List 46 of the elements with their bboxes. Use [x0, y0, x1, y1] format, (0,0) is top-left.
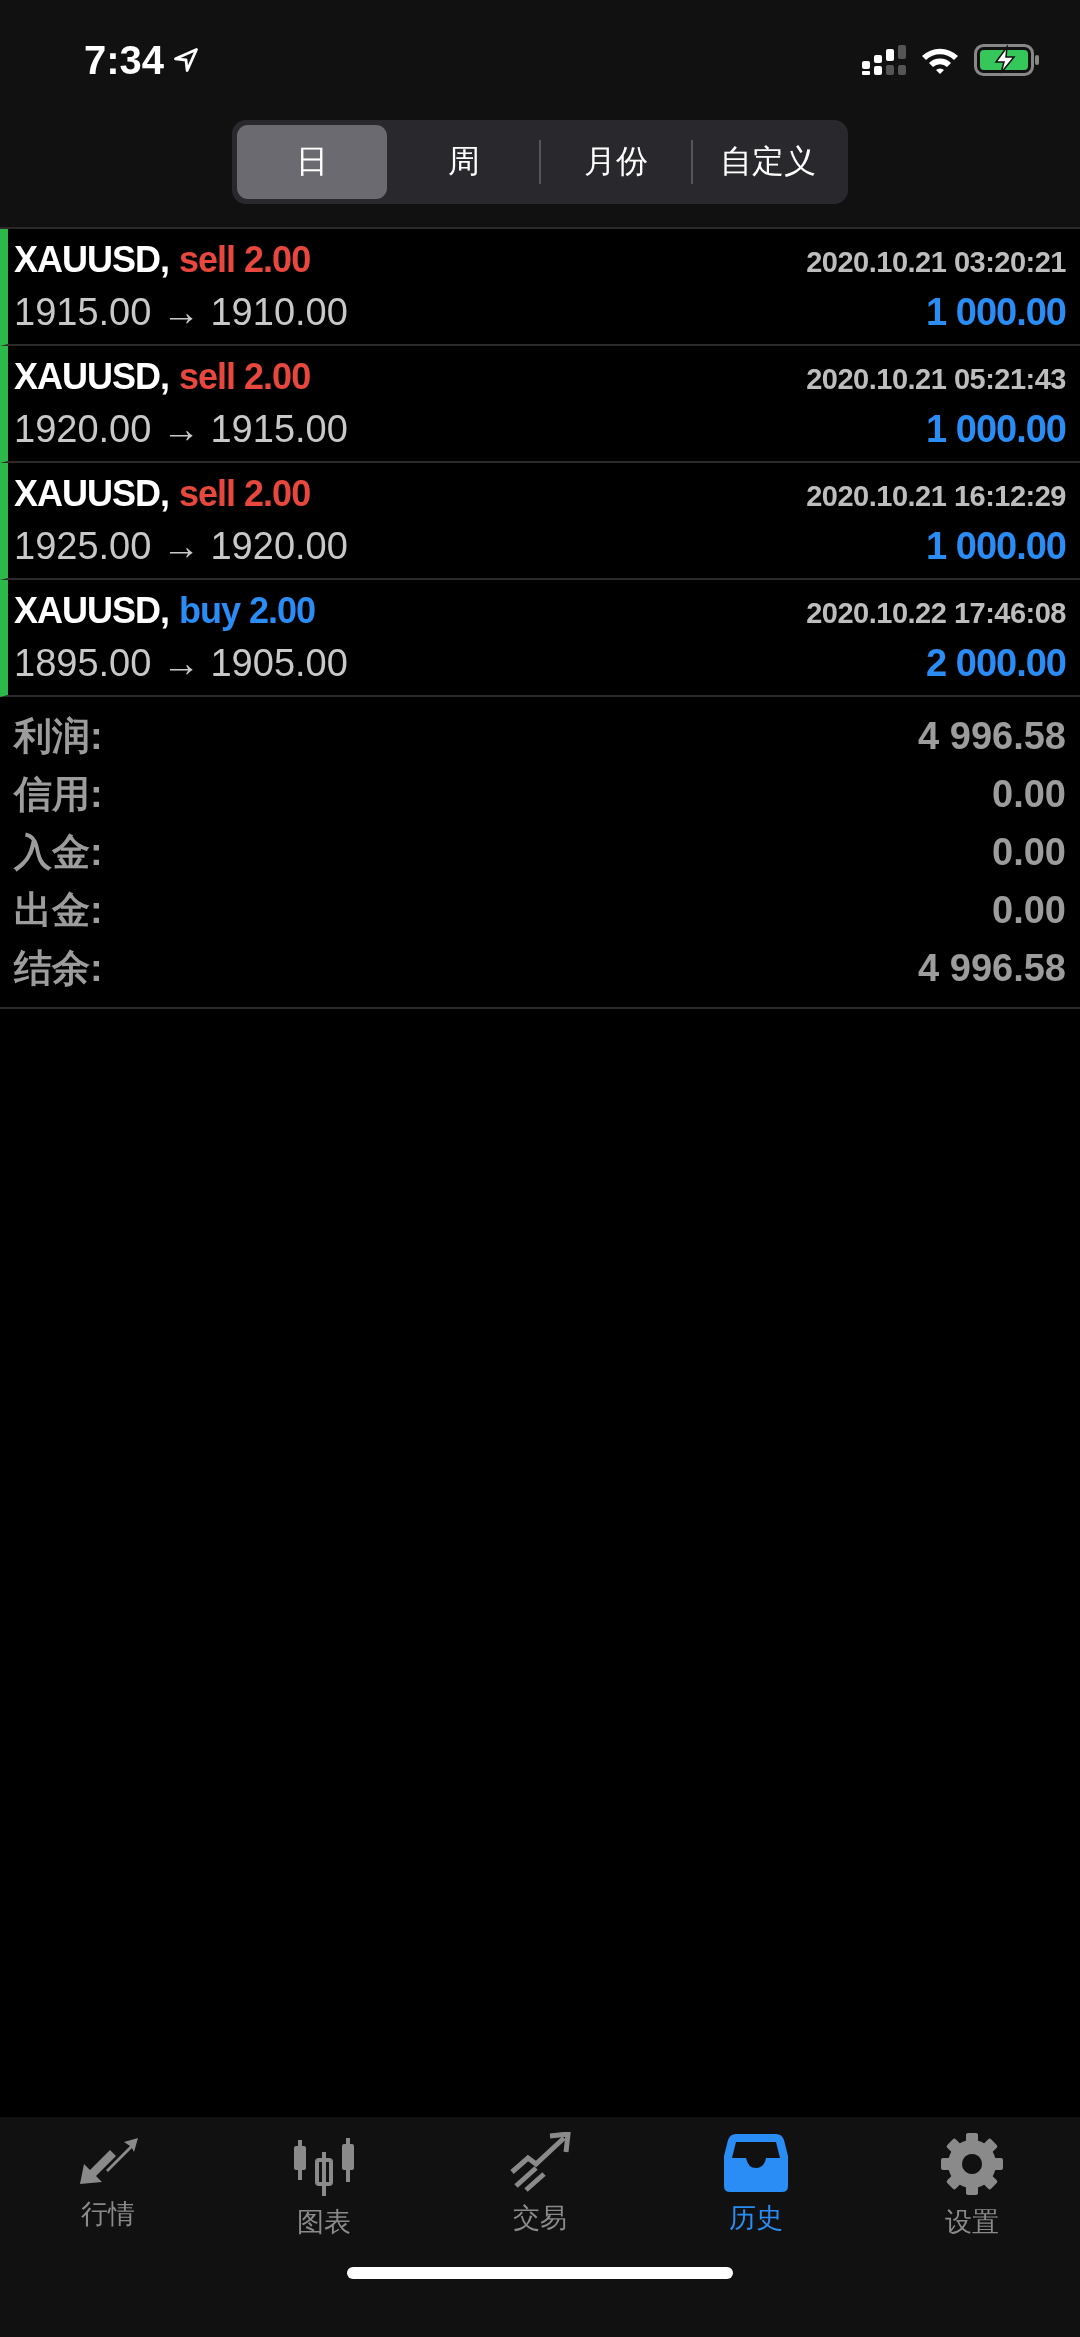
trade-time: 2020.10.21 03:20:21 [806, 246, 1066, 279]
period-tab[interactable]: 周 [389, 125, 539, 199]
period-tab[interactable]: 自定义 [693, 125, 843, 199]
trade-symbol: XAUUSD, [14, 590, 170, 632]
tab-bar-item[interactable]: 图表 [216, 2131, 432, 2241]
summary-label: 结余: [14, 945, 103, 991]
trade-time: 2020.10.22 17:46:08 [806, 597, 1066, 630]
summary-value: 0.00 [992, 830, 1066, 874]
tab-bar-item[interactable]: 历史 [648, 2131, 864, 2241]
trade-symbol: XAUUSD, [14, 239, 170, 281]
trade-prices: 1920.00 → 1915.00 [14, 408, 348, 451]
trade-profit: 2 000.00 [926, 642, 1066, 685]
trade-prices: 1915.00 → 1910.00 [14, 291, 348, 334]
tab-bar-item[interactable]: 设置 [864, 2131, 1080, 2241]
summary-label: 入金: [14, 829, 103, 875]
cellular-signal-icon [862, 45, 906, 75]
trade-order: buy 2.00 [179, 590, 316, 632]
period-tab[interactable]: 月份 [541, 125, 691, 199]
trade-order: sell 2.00 [179, 473, 311, 515]
trade-time: 2020.10.21 16:12:29 [806, 480, 1066, 513]
summary-value: 4 996.58 [918, 714, 1066, 758]
trade-profit: 1 000.00 [926, 525, 1066, 568]
summary-label: 出金: [14, 887, 103, 933]
summary-label: 利润: [14, 713, 103, 759]
trade-order: sell 2.00 [179, 239, 311, 281]
trade-symbol: XAUUSD, [14, 356, 170, 398]
battery-charging-icon [974, 44, 1040, 76]
summary-value: 0.00 [992, 772, 1066, 816]
status-time: 7:34 [84, 37, 165, 83]
summary-label: 信用: [14, 771, 103, 817]
summary-value: 4 996.58 [918, 946, 1066, 990]
inbox-tray-icon [724, 2132, 788, 2192]
trade-order: sell 2.00 [179, 356, 311, 398]
period-tab[interactable]: 日 [237, 125, 387, 199]
trade-symbol: XAUUSD, [14, 473, 170, 515]
location-arrow-icon [172, 46, 201, 74]
settings-icon [940, 2132, 1004, 2196]
trade-profit: 1 000.00 [926, 408, 1066, 451]
trade-profit: 1 000.00 [926, 291, 1066, 334]
tab-bar-item[interactable]: 行情 [0, 2131, 216, 2241]
trend-arrow-icon [508, 2132, 572, 2192]
trade-prices: 1895.00 → 1905.00 [14, 642, 348, 685]
trade-time: 2020.10.21 05:21:43 [806, 363, 1066, 396]
summary-value: 0.00 [992, 888, 1066, 932]
tab-bar-item[interactable]: 交易 [432, 2131, 648, 2241]
trade-prices: 1925.00 → 1920.00 [14, 525, 348, 568]
